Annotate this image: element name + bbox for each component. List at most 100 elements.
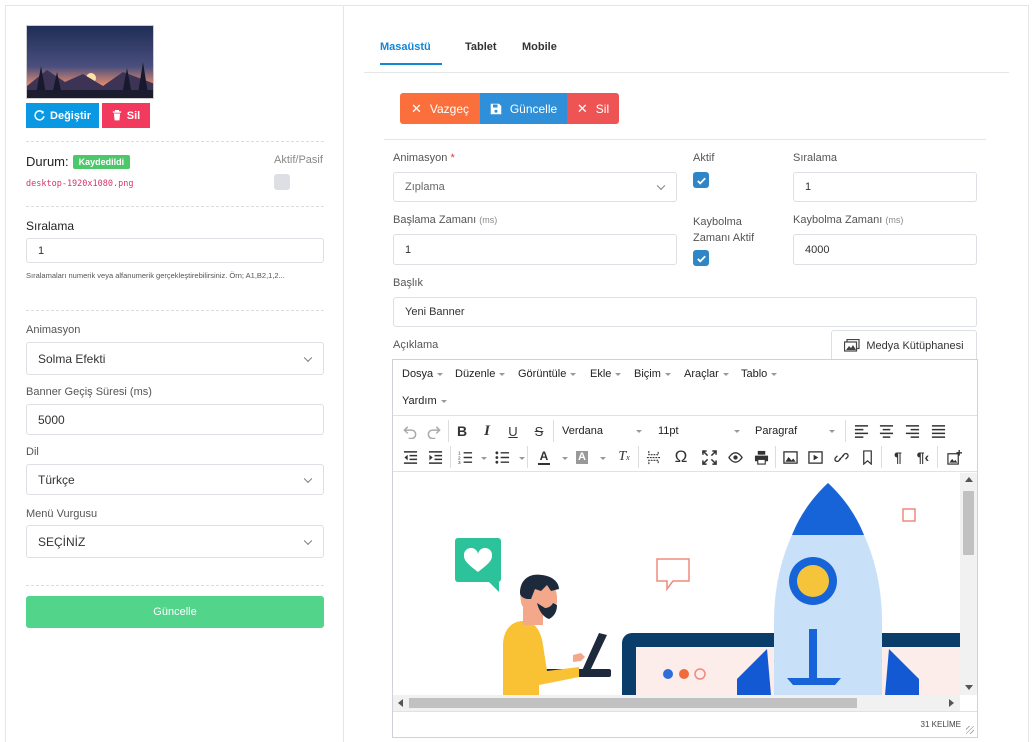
menu-file[interactable]: Dosya: [402, 368, 444, 380]
media-library-button[interactable]: Medya Kütüphanesi: [831, 330, 977, 360]
bold-icon[interactable]: B: [451, 420, 473, 442]
special-character-icon[interactable]: Ω: [670, 446, 692, 468]
language-select[interactable]: Türkçe: [26, 464, 324, 495]
title-input[interactable]: Yeni Banner: [393, 297, 977, 327]
save-label: Güncelle: [509, 101, 558, 116]
indent-icon[interactable]: [424, 446, 446, 468]
menu-table[interactable]: Tablo: [741, 368, 778, 380]
order-input[interactable]: 1: [26, 238, 324, 263]
order-help-text: Sıralamaları numerik veya alfanumerik ge…: [26, 271, 285, 280]
bullet-list-icon[interactable]: [492, 446, 512, 468]
menu-tools-label: Araçlar: [684, 368, 719, 380]
animation-select[interactable]: Solma Efekti: [26, 342, 324, 375]
active-checkbox[interactable]: [693, 172, 709, 188]
required-mark: *: [450, 152, 455, 164]
menu-edit-label: Düzenle: [455, 368, 496, 380]
fullscreen-icon[interactable]: [698, 446, 720, 468]
cancel-button[interactable]: ✕ Vazgeç: [400, 93, 480, 124]
preview-icon[interactable]: [724, 446, 746, 468]
background-color-icon[interactable]: A: [572, 446, 592, 468]
print-icon[interactable]: [750, 446, 772, 468]
change-image-label: Değiştir: [50, 109, 91, 122]
start-time-input[interactable]: 1: [393, 234, 677, 265]
numbered-list-icon[interactable]: 123: [455, 446, 475, 468]
outdent-icon[interactable]: [399, 446, 421, 468]
menu-highlight-select[interactable]: SEÇİNİZ: [26, 525, 324, 558]
menu-help[interactable]: Yardım: [402, 395, 447, 407]
delete-image-label: Sil: [126, 109, 141, 122]
tab-mobile[interactable]: Mobile: [522, 41, 557, 53]
delete-image-button[interactable]: Sil: [102, 103, 150, 128]
fade-time-label-text: Kaybolma Zamanı: [793, 214, 883, 226]
menu-format[interactable]: Biçim: [634, 368, 671, 380]
word-count: 31 KELİME: [920, 720, 961, 729]
menu-file-label: Dosya: [402, 368, 434, 380]
media-icon[interactable]: [804, 446, 826, 468]
rtl-direction-icon[interactable]: ¶‹: [912, 446, 934, 468]
align-right-icon[interactable]: [901, 420, 923, 442]
status-badge: Kaydedildi: [72, 154, 131, 169]
block-format-select[interactable]: Paragraf: [755, 425, 835, 437]
tab-tablet[interactable]: Tablet: [465, 41, 497, 53]
align-center-icon[interactable]: [875, 420, 897, 442]
clear-format-icon[interactable]: Tx: [614, 446, 634, 468]
resize-handle[interactable]: [966, 726, 974, 734]
save-icon: [490, 103, 502, 114]
menu-insert[interactable]: Ekle: [590, 368, 622, 380]
animation-label: Animasyon: [26, 324, 81, 336]
underline-icon[interactable]: U: [502, 420, 524, 442]
close-icon: ✕: [576, 100, 588, 116]
link-icon[interactable]: [830, 446, 852, 468]
change-image-button[interactable]: Değiştir: [26, 103, 99, 128]
menu-view[interactable]: Görüntüle: [518, 368, 577, 380]
font-family-select[interactable]: Verdana: [562, 425, 642, 437]
editor-content-area[interactable]: [393, 473, 960, 695]
insert-image-icon[interactable]: [943, 446, 965, 468]
close-icon: ✕: [410, 100, 422, 116]
ltr-direction-icon[interactable]: ¶: [887, 446, 909, 468]
language-select-value: Türkçe: [38, 472, 75, 487]
align-justify-icon[interactable]: [927, 420, 949, 442]
active-passive-checkbox[interactable]: [274, 174, 290, 190]
transition-duration-input[interactable]: 5000: [26, 404, 324, 435]
image-icon[interactable]: [779, 446, 801, 468]
vertical-scrollbar-thumb[interactable]: [963, 491, 974, 555]
rich-text-editor: Dosya Düzenle Görüntüle Ekle Biçim Araçl…: [392, 359, 978, 738]
status-row: Durum: Kaydedildi: [26, 154, 131, 169]
horizontal-scrollbar-thumb[interactable]: [409, 698, 857, 708]
menu-edit[interactable]: Düzenle: [455, 368, 506, 380]
font-size-select[interactable]: 11pt: [658, 425, 740, 437]
page-break-icon[interactable]: [642, 446, 664, 468]
save-button[interactable]: Güncelle: [480, 93, 567, 124]
rocket-illustration: [455, 483, 960, 695]
fade-time-label: Kaybolma Zamanı (ms): [793, 214, 903, 226]
actions-divider: [384, 139, 986, 140]
delete-button[interactable]: ✕ Sil: [567, 93, 619, 124]
undo-icon[interactable]: [399, 420, 421, 442]
status-label: Durum:: [26, 154, 69, 169]
text-color-icon[interactable]: A: [534, 446, 554, 468]
banner-content-panel: Masaüstü Tablet Mobile ✕ Vazgeç Güncelle …: [343, 5, 1029, 742]
strikethrough-icon[interactable]: S: [528, 420, 550, 442]
vertical-scrollbar[interactable]: [960, 473, 977, 695]
fade-active-checkbox[interactable]: [693, 250, 709, 266]
tab-desktop[interactable]: Masaüstü: [380, 41, 431, 53]
media-library-label: Medya Kütüphanesi: [866, 339, 964, 352]
order-input[interactable]: 1: [793, 172, 977, 202]
animation-select[interactable]: Zıplama: [393, 172, 677, 202]
fade-active-label-line1: Kaybolma: [693, 216, 742, 228]
italic-icon[interactable]: I: [476, 420, 498, 442]
redo-icon[interactable]: [422, 420, 444, 442]
menu-highlight-select-value: SEÇİNİZ: [38, 534, 86, 549]
align-left-icon[interactable]: [850, 420, 872, 442]
block-format-value: Paragraf: [755, 425, 798, 437]
fade-time-input[interactable]: 4000: [793, 234, 977, 265]
bookmark-icon[interactable]: [856, 446, 878, 468]
menu-tools[interactable]: Araçlar: [684, 368, 729, 380]
horizontal-scrollbar[interactable]: [393, 695, 960, 711]
divider: [26, 141, 324, 142]
cancel-label: Vazgeç: [429, 101, 470, 116]
editor-menubar: Dosya Düzenle Görüntüle Ekle Biçim Araçl…: [393, 360, 977, 416]
editor-toolbar: B I U S Verdana 11pt Paragraf 123 A A T …: [393, 416, 977, 472]
update-button[interactable]: Güncelle: [26, 596, 324, 628]
